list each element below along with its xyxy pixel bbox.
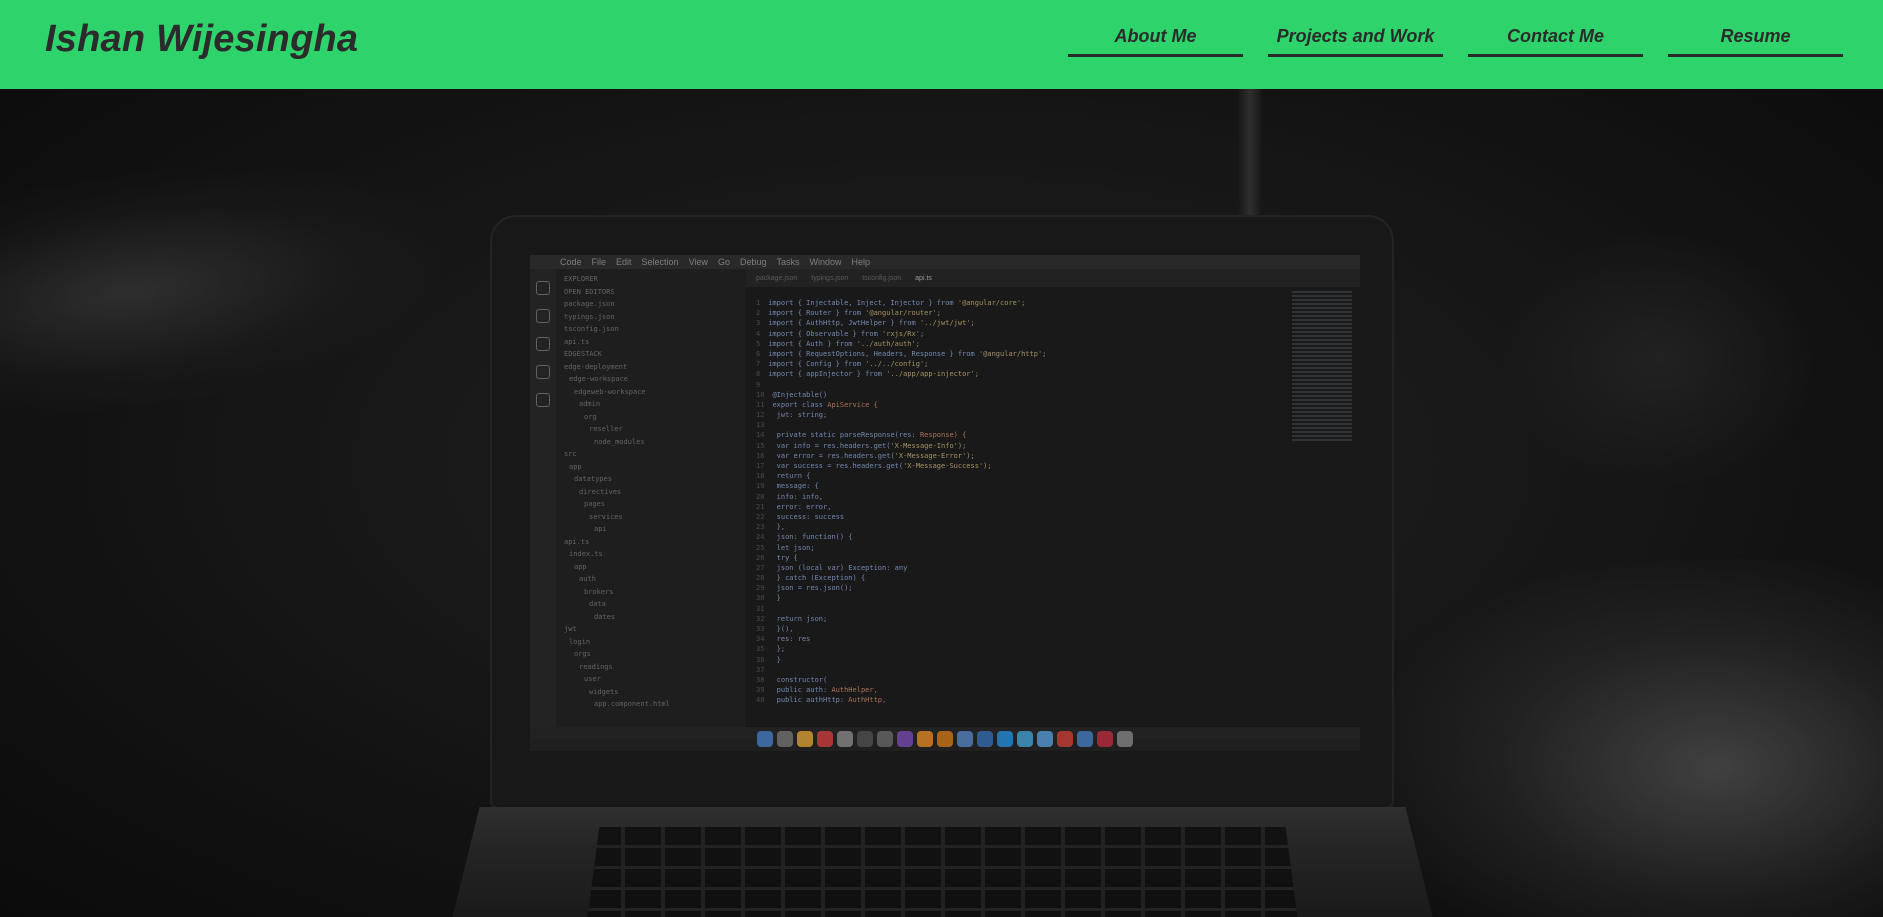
site-title[interactable]: Ishan Wijesingha: [45, 18, 358, 61]
site-header: Ishan Wijesingha About Me Projects and W…: [0, 0, 1883, 89]
nav-projects-and-work[interactable]: Projects and Work: [1268, 26, 1443, 57]
main-nav: About Me Projects and Work Contact Me Re…: [1068, 26, 1843, 57]
nav-contact-me[interactable]: Contact Me: [1468, 26, 1643, 57]
nav-resume[interactable]: Resume: [1668, 26, 1843, 57]
hero-background-image: Code File Edit Selection View Go Debug Tasks Win…: [0, 89, 1883, 917]
hero-dark-overlay: [0, 89, 1883, 917]
nav-about-me[interactable]: About Me: [1068, 26, 1243, 57]
